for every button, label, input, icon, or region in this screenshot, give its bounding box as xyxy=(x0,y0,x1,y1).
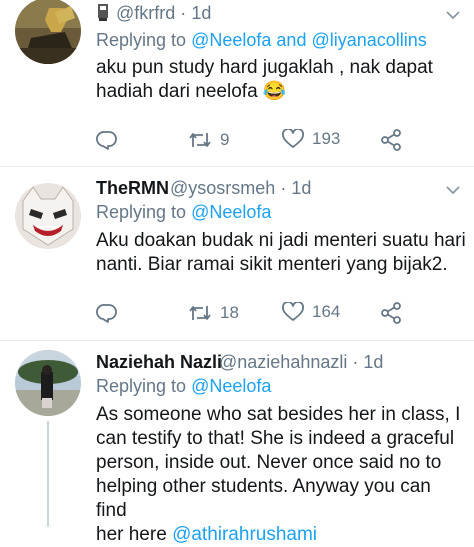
user-handle[interactable]: @ysosrsmeh xyxy=(170,178,275,198)
caret-down-icon[interactable] xyxy=(446,185,460,195)
mention-link[interactable]: @liyanacollins xyxy=(311,30,426,50)
retweet-icon xyxy=(189,133,211,147)
retweet-button[interactable]: 9 xyxy=(188,129,229,151)
avatar[interactable] xyxy=(15,350,81,416)
retweet-count: 9 xyxy=(220,130,230,149)
reply-button[interactable] xyxy=(96,302,118,324)
like-button[interactable]: 193 xyxy=(282,129,340,149)
user-handle[interactable]: @fkrfrd xyxy=(116,3,175,23)
avatar[interactable] xyxy=(15,183,81,249)
tweet-actions: 18 164 xyxy=(96,302,436,324)
user-handle[interactable]: @naziehahnazli xyxy=(219,352,347,372)
timestamp[interactable]: 1d xyxy=(363,352,383,372)
thread-line xyxy=(47,421,49,527)
retweet-count: 18 xyxy=(220,303,239,322)
like-count: 164 xyxy=(312,302,341,321)
reply-icon xyxy=(96,131,117,150)
mention-link[interactable]: @Neelofa xyxy=(191,30,271,50)
display-name[interactable]: Naziehah Nazli xyxy=(96,352,222,373)
verified-icon xyxy=(96,2,110,27)
like-icon xyxy=(282,129,304,148)
like-icon xyxy=(282,302,304,321)
avatar-image xyxy=(15,183,81,249)
separator: · xyxy=(352,352,359,372)
share-button[interactable] xyxy=(380,129,402,151)
tweet-text: aku pun study hard jugaklah , nak dapat … xyxy=(96,57,433,102)
share-icon xyxy=(381,302,401,324)
like-button[interactable]: 164 xyxy=(282,302,340,322)
mention-link[interactable]: @Neelofa xyxy=(191,202,271,222)
replying-to: Replying to @Neelofa xyxy=(96,376,272,396)
separator: · xyxy=(280,178,287,198)
separator: · xyxy=(180,3,187,23)
like-count: 193 xyxy=(312,129,341,148)
replying-to: Replying to @Neelofa xyxy=(96,202,272,222)
tweet-actions: 9 193 xyxy=(96,129,436,151)
avatar-image xyxy=(15,0,81,64)
tweet-text: Aku doakan budak ni jadi menteri suatu h… xyxy=(96,230,466,275)
mention-link[interactable]: @Neelofa xyxy=(191,376,271,396)
tweet[interactable]: @fkrfrd · 1d Replying to @Neelofa and @l… xyxy=(0,0,474,166)
retweet-icon xyxy=(189,306,211,320)
caret-down-icon[interactable] xyxy=(446,10,460,20)
timestamp[interactable]: 1d xyxy=(191,3,211,23)
retweet-button[interactable]: 18 xyxy=(188,302,239,324)
tweet[interactable]: Naziehah Nazli @naziehahnazli · 1d Reply… xyxy=(0,341,474,545)
tweet[interactable]: TheRMN @ysosrsmeh · 1d Replying to @Neel… xyxy=(0,167,474,340)
reply-button[interactable] xyxy=(96,129,118,151)
display-name[interactable]: TheRMN xyxy=(96,178,169,199)
avatar-image xyxy=(15,350,81,416)
avatar[interactable] xyxy=(15,0,81,64)
share-button[interactable] xyxy=(380,302,402,324)
mention-link[interactable]: @athirahrushami xyxy=(172,524,317,545)
tweet-text: As someone who sat besides her in class,… xyxy=(96,404,461,545)
replying-joiner: and xyxy=(276,30,307,50)
reply-icon xyxy=(96,304,117,323)
timestamp[interactable]: 1d xyxy=(291,178,311,198)
laughing-emoji: 😂 xyxy=(262,81,287,102)
share-icon xyxy=(381,129,401,151)
replying-to: Replying to @Neelofa and @liyanacollins xyxy=(96,30,427,50)
